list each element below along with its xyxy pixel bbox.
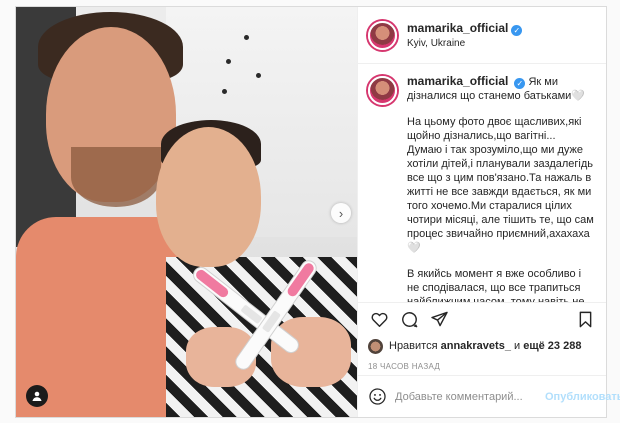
tagged-users-button[interactable] (26, 385, 48, 407)
likes-count-link[interactable]: ещё 23 288 (523, 340, 581, 352)
comment-button[interactable] (396, 306, 422, 332)
chevron-right-icon: › (338, 205, 344, 221)
comment-input[interactable] (395, 390, 537, 403)
post-sidebar: mamarika_official ✓ Kyiv, Ukraine mamarik… (357, 7, 620, 417)
caption-paragraph: Думаю і так зрозуміло,що ми дуже хотіли … (407, 144, 594, 254)
like-button[interactable] (366, 306, 392, 332)
likes-connector: и (514, 340, 521, 352)
location-link[interactable]: Kyiv, Ukraine (407, 38, 522, 49)
smiley-icon (369, 388, 386, 405)
send-paper-plane-icon (430, 311, 448, 326)
avatar[interactable] (368, 20, 397, 50)
caption-area: mamarika_official ✓ Як ми дізналися що ст… (358, 64, 606, 302)
wall-clock-mark (244, 35, 249, 40)
bookmark-icon (579, 311, 591, 327)
post-timestamp[interactable]: 18 ЧАСОВ НАЗАД (358, 357, 606, 375)
user-tag-icon (32, 391, 42, 401)
caption-username-link[interactable]: mamarika_official (407, 74, 508, 88)
publish-comment-button[interactable]: Опубликовать (545, 391, 620, 403)
post-card: › mamarika_official ✓ Kyiv, Ukraine mama… (15, 6, 620, 418)
username-link[interactable]: mamarika_official (407, 21, 508, 35)
photo-man-beard (71, 147, 161, 207)
likes-prefix: Нравится (389, 340, 438, 352)
save-button[interactable] (572, 306, 598, 332)
comment-form: Опубликовать (358, 375, 620, 417)
post-header: mamarika_official ✓ Kyiv, Ukraine (358, 7, 606, 64)
photo-hand (271, 317, 351, 387)
likes-summary: Нравится annakravets_ и ещё 23 288 (358, 335, 606, 357)
caption-paragraph: На цьому фото двоє щасливих,які щойно ді… (407, 116, 582, 142)
avatar[interactable] (368, 76, 397, 105)
photo-woman-face (156, 127, 261, 267)
share-button[interactable] (426, 306, 452, 332)
emoji-button[interactable] (368, 386, 387, 408)
verified-badge-icon: ✓ (511, 25, 523, 36)
liker-username-link[interactable]: annakravets_ (441, 340, 511, 352)
wall-clock-mark (222, 89, 227, 94)
heart-icon (371, 312, 387, 327)
wall-clock-mark (226, 59, 231, 64)
wall-clock-mark (256, 73, 261, 78)
caption-paragraph: В якийсь момент я вже особливо і не спод… (407, 268, 585, 302)
avatar[interactable] (368, 338, 383, 354)
post-photo[interactable]: › (16, 7, 357, 417)
next-photo-button[interactable]: › (331, 203, 351, 223)
comment-bubble-icon (401, 311, 417, 327)
verified-badge-icon: ✓ (514, 78, 526, 89)
action-bar (358, 302, 606, 335)
